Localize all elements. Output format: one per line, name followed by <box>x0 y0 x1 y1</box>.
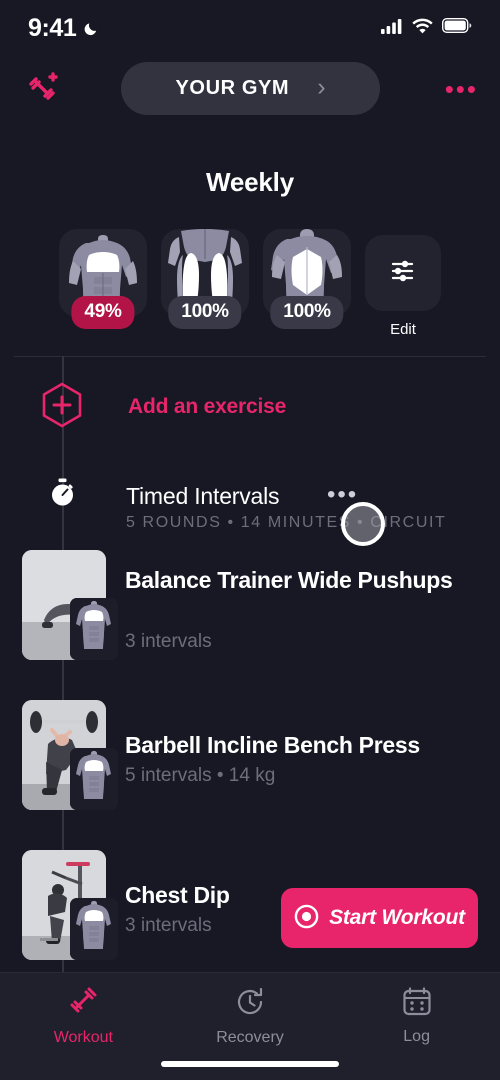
status-time: 9:41 <box>28 13 77 42</box>
legs-muscle-card[interactable]: 100% <box>161 229 249 329</box>
dumbbell-plus-icon[interactable] <box>22 67 62 112</box>
exercise-row[interactable]: Barbell Incline Bench Press 5 intervals … <box>0 700 500 840</box>
stopwatch-icon <box>48 478 77 507</box>
chevron-right-icon: › <box>317 73 326 101</box>
wifi-icon <box>412 18 433 39</box>
chest-front-muscle-card[interactable]: 49% <box>59 229 147 329</box>
chest-muscle-badge <box>70 748 118 810</box>
legs-percent-badge: 100% <box>168 296 242 329</box>
start-workout-label: Start Workout <box>329 906 465 929</box>
chest-muscle-badge <box>70 598 118 660</box>
gym-selector-button[interactable]: YOUR GYM › <box>121 62 380 115</box>
tab-log-label: Log <box>403 1028 430 1045</box>
battery-full-icon <box>441 17 472 38</box>
edit-muscles-group: Edit <box>365 229 441 338</box>
edit-label: Edit <box>390 321 416 338</box>
status-bar-right <box>381 17 472 39</box>
status-bar: 9:41 <box>0 0 500 56</box>
exercise-title: Balance Trainer Wide Pushups <box>125 567 453 593</box>
tab-bar: Workout Recovery Log <box>0 972 500 1080</box>
tab-workout-label: Workout <box>53 1029 113 1046</box>
tab-recovery-label: Recovery <box>216 1029 284 1046</box>
exercise-detail: 3 intervals <box>125 631 212 652</box>
back-percent-badge: 100% <box>270 296 344 329</box>
gym-selector-label: YOUR GYM <box>175 77 290 99</box>
timed-intervals-subtitle: 5 ROUNDS • 14 MINUTES • CIRCUIT <box>126 514 447 531</box>
edit-muscles-button[interactable] <box>365 235 441 311</box>
calendar-icon <box>403 987 431 1021</box>
chest-muscle-badge <box>70 898 118 960</box>
crescent-moon-icon <box>83 20 100 37</box>
more-options-button[interactable]: ••• <box>445 76 478 102</box>
tab-recovery[interactable]: Recovery <box>190 987 310 1047</box>
exercise-row[interactable]: Balance Trainer Wide Pushups 3 intervals <box>0 550 500 690</box>
chest-percent-badge: 49% <box>71 296 135 329</box>
start-workout-button[interactable]: Start Workout <box>281 888 478 948</box>
app-screen: 9:41 ••• YOUR GYM › Weekly 49% 100% 100%… <box>0 0 500 1080</box>
section-divider <box>14 356 486 357</box>
back-muscle-card[interactable]: 100% <box>263 229 351 329</box>
status-bar-left: 9:41 <box>28 14 100 43</box>
add-exercise-button[interactable]: Add an exercise <box>128 395 286 419</box>
exercise-detail: 3 intervals <box>125 915 212 936</box>
home-indicator <box>161 1061 339 1067</box>
exercise-detail: 5 intervals • 14 kg <box>125 765 276 786</box>
tab-workout[interactable]: Workout <box>23 987 143 1047</box>
exercise-title: Barbell Incline Bench Press <box>125 732 420 758</box>
clock-rotate-icon <box>235 987 265 1022</box>
weekly-heading: Weekly <box>206 167 294 197</box>
dumbbell-icon <box>67 987 99 1022</box>
cellular-signal-icon <box>381 18 403 39</box>
timed-intervals-title: Timed Intervals <box>126 483 280 509</box>
weekly-muscle-row: 49% 100% 100% Edit <box>0 229 500 338</box>
record-circle-icon <box>294 904 319 932</box>
cursor-ring <box>341 502 385 546</box>
tab-log[interactable]: Log <box>357 987 477 1046</box>
sliders-icon <box>388 256 418 291</box>
hexagon-plus-icon[interactable] <box>40 382 84 432</box>
